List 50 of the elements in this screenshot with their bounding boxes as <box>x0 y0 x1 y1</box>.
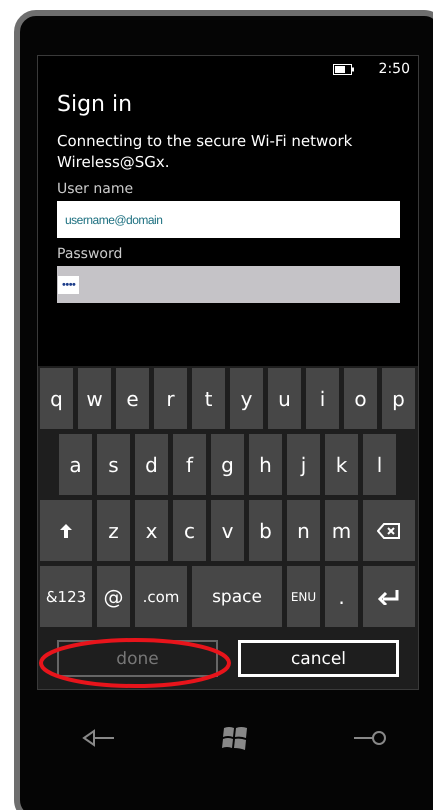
keyboard-key[interactable]: z <box>97 500 130 561</box>
keyboard-key[interactable]: @ <box>97 566 130 627</box>
page-title: Sign in <box>57 92 134 117</box>
language-key[interactable]: ENU <box>287 566 320 627</box>
keyboard-key[interactable]: h <box>249 434 282 495</box>
search-icon[interactable] <box>353 728 387 748</box>
cancel-button[interactable]: cancel <box>238 640 399 677</box>
input-field[interactable]: username@domain <box>57 201 400 238</box>
keyboard-key[interactable]: m <box>325 500 358 561</box>
battery-icon <box>332 64 355 74</box>
connection-message: Connecting to the secure Wi-Fi network Wireless@SGx. <box>57 131 354 173</box>
keyboard-key[interactable]: l <box>363 434 396 495</box>
field-label: User name <box>57 181 134 197</box>
keyboard-key[interactable]: p <box>382 368 415 429</box>
keyboard-key[interactable]: w <box>78 368 111 429</box>
keyboard-key[interactable]: a <box>59 434 92 495</box>
up-arrow-icon <box>59 522 73 538</box>
keyboard-key[interactable]: u <box>268 368 301 429</box>
input-field[interactable]: •••• <box>57 266 400 303</box>
keyboard-key[interactable]: s <box>97 434 130 495</box>
shift-key[interactable] <box>40 500 92 561</box>
field-label: Password <box>57 246 124 262</box>
backspace-key[interactable] <box>363 500 415 561</box>
space-key[interactable]: space <box>192 566 282 627</box>
keyboard-key[interactable]: c <box>173 500 206 561</box>
keyboard-key[interactable]: q <box>40 368 73 429</box>
keyboard-key[interactable]: n <box>287 500 320 561</box>
keyboard-key[interactable]: .com <box>135 566 187 627</box>
keyboard-key[interactable]: . <box>325 566 358 627</box>
keyboard-key[interactable]: g <box>211 434 244 495</box>
keyboard-key[interactable]: x <box>135 500 168 561</box>
keyboard-key[interactable]: o <box>344 368 377 429</box>
keyboard-key[interactable]: e <box>116 368 149 429</box>
windows-logo-icon[interactable] <box>220 725 248 751</box>
enter-key[interactable] <box>363 566 415 627</box>
clock-time: 2:50 <box>378 61 410 77</box>
backspace-icon <box>377 522 401 538</box>
keyboard-key[interactable]: j <box>287 434 320 495</box>
enter-arrow-icon <box>378 588 400 604</box>
keyboard-key[interactable]: t <box>192 368 225 429</box>
keyboard-key[interactable]: f <box>173 434 206 495</box>
back-icon[interactable] <box>82 728 116 748</box>
keyboard-key[interactable]: i <box>306 368 339 429</box>
keyboard-key[interactable]: d <box>135 434 168 495</box>
keyboard-key[interactable]: y <box>230 368 263 429</box>
keyboard-key[interactable]: b <box>249 500 282 561</box>
keyboard-key[interactable]: k <box>325 434 358 495</box>
keyboard-key[interactable]: v <box>211 500 244 561</box>
keyboard-key[interactable]: &123 <box>40 566 92 627</box>
keyboard-key[interactable]: r <box>154 368 187 429</box>
